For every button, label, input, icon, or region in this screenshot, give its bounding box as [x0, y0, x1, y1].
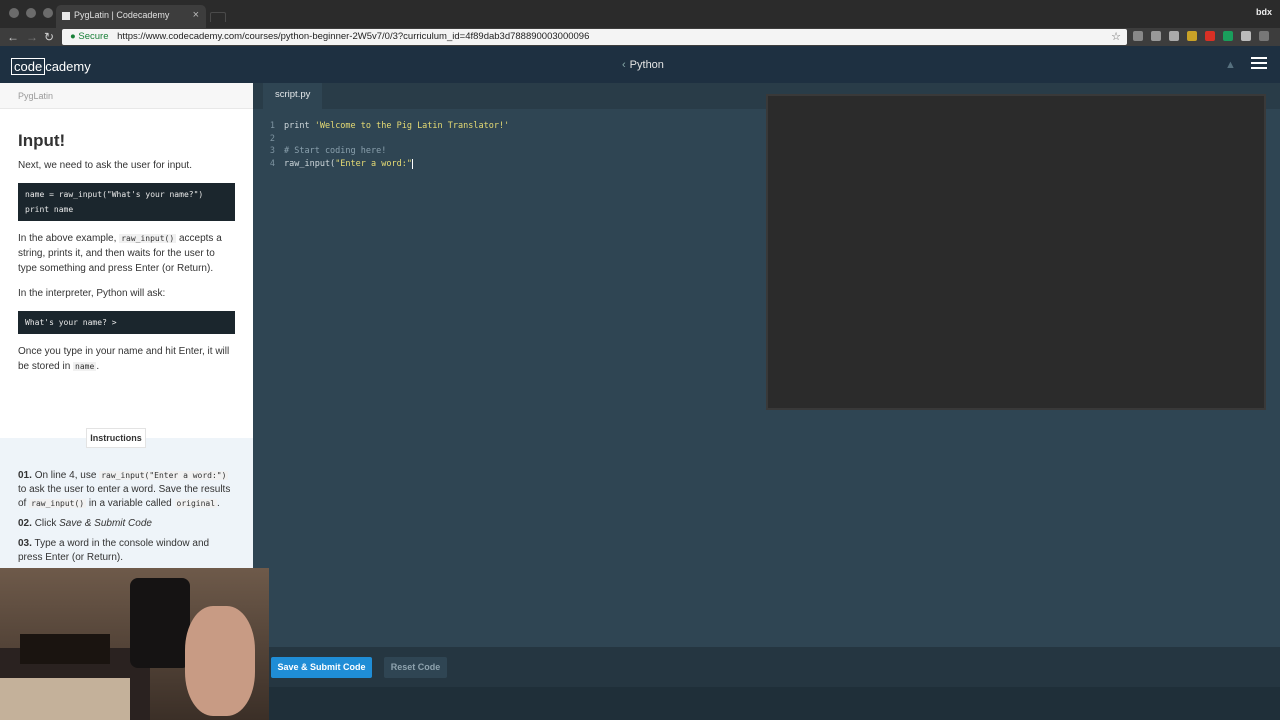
inline-code: name — [73, 362, 97, 371]
save-submit-button[interactable]: Save & Submit Code — [271, 657, 372, 678]
instruction-step-3: 03. Type a word in the console window an… — [18, 538, 210, 563]
reload-icon[interactable]: ↻ — [44, 29, 54, 45]
code-line-2[interactable]: 2 — [253, 133, 509, 146]
hamburger-menu-icon[interactable] — [1251, 57, 1267, 69]
url-field[interactable]: ● Secure https://www.codecademy.com/cour… — [62, 29, 1127, 45]
notifications-bell-icon[interactable]: ▲ — [1225, 59, 1236, 71]
lesson-intro: Next, we need to ask the user for input. — [18, 160, 192, 171]
browser-tab-title: PygLatin | Codecademy — [74, 10, 170, 20]
favicon-icon — [62, 12, 70, 20]
code-line-1[interactable]: 1 print 'Welcome to the Pig Latin Transla… — [253, 120, 509, 133]
inline-code: raw_input() — [119, 234, 177, 243]
forward-icon[interactable]: → — [26, 29, 38, 45]
prompt-example-block: What's your name? > — [18, 311, 235, 334]
breadcrumb-label: Python — [629, 59, 664, 71]
file-tab-script[interactable]: script.py — [263, 83, 323, 109]
new-tab-button[interactable] — [210, 12, 226, 22]
close-window-dot[interactable] — [9, 8, 19, 18]
blanket — [0, 678, 130, 720]
reset-code-button[interactable]: Reset Code — [384, 657, 447, 678]
instruction-step-2: 02. Click Save & Submit Code — [18, 518, 152, 529]
microphone — [130, 578, 190, 668]
extension-icon-7[interactable] — [1241, 31, 1251, 41]
lesson-paragraph-3: Once you type in your name and hit Enter… — [18, 346, 230, 372]
instructions-list: 01. On line 4, use raw_input("Enter a wo… — [18, 469, 235, 565]
speakers — [20, 634, 110, 664]
webcam-overlay — [0, 568, 269, 720]
extension-icon-2[interactable] — [1151, 31, 1161, 41]
browser-tab[interactable]: PygLatin | Codecademy × — [56, 5, 206, 28]
tab-close-icon[interactable]: × — [193, 9, 199, 21]
extension-icon-3[interactable] — [1169, 31, 1179, 41]
chevron-left-icon: ‹ — [622, 59, 626, 71]
extension-icon-1[interactable] — [1133, 31, 1143, 41]
lesson-paragraph-2: In the interpreter, Python will ask: — [18, 288, 166, 299]
example-code-block: name = raw_input("What's your name?") pr… — [18, 183, 235, 221]
browser-tab-strip: PygLatin | Codecademy × bdx — [0, 0, 1280, 28]
secure-label: Secure — [78, 31, 109, 42]
lesson-course-name: PygLatin — [0, 83, 253, 109]
code-line-3[interactable]: 3 # Start coding here! — [253, 145, 509, 158]
bottom-strip — [253, 687, 1280, 720]
code-lines[interactable]: 1 print 'Welcome to the Pig Latin Transla… — [253, 120, 509, 171]
window-controls[interactable] — [9, 8, 53, 18]
chrome-menu-icon[interactable] — [1259, 31, 1269, 41]
url-text: https://www.codecademy.com/courses/pytho… — [117, 31, 590, 42]
minimize-window-dot[interactable] — [26, 8, 36, 18]
person — [185, 606, 255, 716]
address-bar-row: ← → ↻ ● Secure https://www.codecademy.co… — [0, 28, 1280, 46]
profile-name[interactable]: bdx — [1256, 7, 1272, 17]
back-icon[interactable]: ← — [7, 29, 19, 45]
course-breadcrumb[interactable]: ‹ Python — [622, 59, 664, 71]
extension-icon-4[interactable] — [1187, 31, 1197, 41]
code-line-4[interactable]: 4 raw_input("Enter a word:" — [253, 158, 509, 171]
maximize-window-dot[interactable] — [43, 8, 53, 18]
instruction-step-1: 01. On line 4, use raw_input("Enter a wo… — [18, 470, 231, 509]
extension-icon-5[interactable] — [1205, 31, 1215, 41]
lesson-paragraph-1: In the above example, raw_input() accept… — [18, 233, 222, 274]
lesson-content: Input! Next, we need to ask the user for… — [0, 131, 253, 374]
extension-icon-6[interactable] — [1223, 31, 1233, 41]
instructions-tab[interactable]: Instructions — [86, 428, 146, 448]
lesson-title: Input! — [18, 131, 66, 150]
bookmark-star-icon[interactable]: ☆ — [1111, 29, 1121, 45]
console-output[interactable] — [766, 94, 1266, 410]
lock-icon: ● — [70, 31, 76, 42]
codecademy-logo[interactable]: code cademy — [11, 58, 91, 75]
codecademy-header: code cademy ‹ Python ▲ — [0, 46, 1280, 83]
